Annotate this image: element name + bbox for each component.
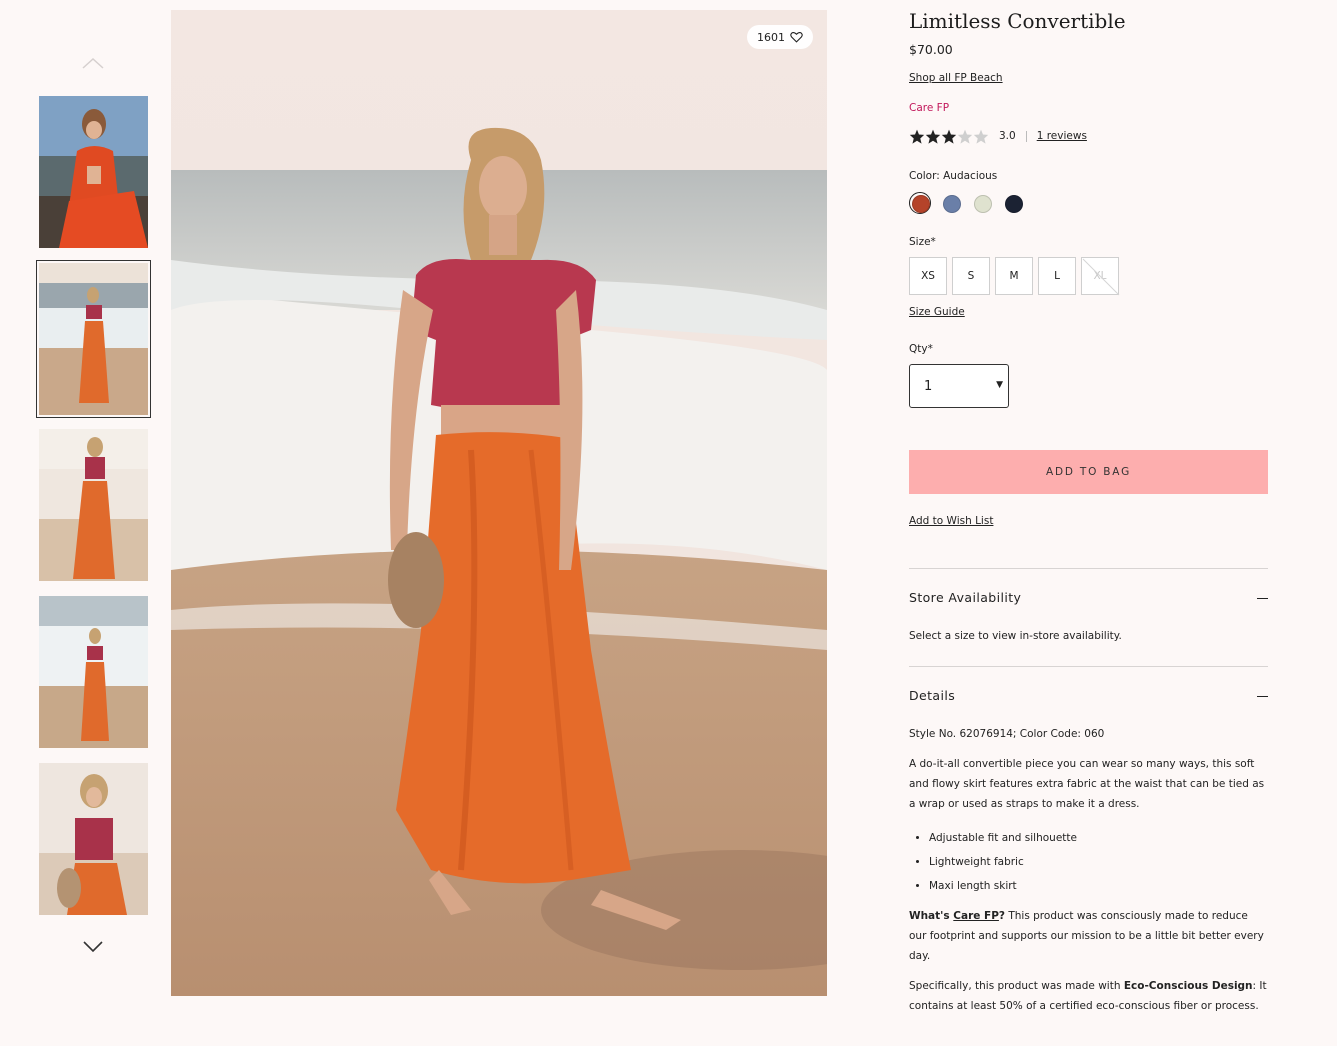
chevron-up-icon bbox=[82, 57, 104, 69]
size-selector: XS S M L XL bbox=[909, 257, 1120, 296]
color-label: Color: Audacious bbox=[909, 170, 998, 182]
size-guide-link[interactable]: Size Guide bbox=[909, 306, 965, 318]
star-filled-icon bbox=[925, 129, 941, 144]
care-prefix: What's Care FP? bbox=[909, 910, 1006, 922]
main-product-image[interactable]: 1601 bbox=[171, 10, 827, 996]
star-filled-icon bbox=[909, 129, 925, 144]
product-photo bbox=[171, 10, 827, 996]
product-title: Limitless Convertible bbox=[909, 9, 1126, 33]
rating-divider bbox=[1025, 130, 1027, 142]
size-label-text: XS bbox=[921, 270, 935, 282]
collapse-icon bbox=[1257, 696, 1268, 697]
thumbnail-3[interactable] bbox=[39, 429, 148, 581]
quantity-value: 1 bbox=[924, 378, 933, 394]
care-fp-paragraph: What's Care FP? This product was conscio… bbox=[909, 906, 1268, 966]
star-empty-icon bbox=[973, 129, 989, 144]
feature-item: Adjustable fit and silhouette bbox=[929, 826, 1077, 850]
store-availability-header[interactable]: Store Availability bbox=[909, 588, 1268, 610]
size-label-text: S bbox=[967, 270, 975, 282]
divider bbox=[909, 568, 1268, 569]
size-label-text: M bbox=[1009, 270, 1019, 282]
caret-down-icon: ▼ bbox=[996, 380, 1003, 390]
rating-value: 3.0 bbox=[999, 130, 1016, 142]
style-number: Style No. 62076914; Color Code: 060 bbox=[909, 728, 1105, 740]
thumbnail-1[interactable] bbox=[39, 96, 148, 248]
store-availability-text: Select a size to view in-store availabil… bbox=[909, 630, 1122, 642]
favorite-button[interactable]: 1601 bbox=[747, 25, 813, 49]
care-fp-inline-link[interactable]: Care FP bbox=[953, 910, 999, 922]
star-empty-icon bbox=[957, 129, 973, 144]
unavailable-slash-icon bbox=[1082, 258, 1120, 296]
eco-paragraph: Specifically, this product was made with… bbox=[909, 980, 1267, 1012]
size-option-l[interactable]: L bbox=[1038, 257, 1076, 295]
gallery-down-arrow[interactable] bbox=[78, 937, 108, 959]
quantity-select[interactable]: 1 ▼ bbox=[909, 364, 1009, 408]
product-price: $70.00 bbox=[909, 42, 953, 57]
qty-label: Qty* bbox=[909, 343, 933, 355]
feature-item: Lightweight fabric bbox=[929, 850, 1077, 874]
feature-item: Maxi length skirt bbox=[929, 874, 1077, 898]
color-swatch-1[interactable] bbox=[909, 192, 931, 214]
divider bbox=[909, 666, 1268, 667]
size-label-text: L bbox=[1054, 270, 1060, 282]
add-to-bag-button[interactable]: ADD TO BAG bbox=[909, 450, 1268, 494]
feature-list: Adjustable fit and silhouetteLightweight… bbox=[909, 826, 1077, 898]
store-availability-title: Store Availability bbox=[909, 590, 1022, 605]
collapse-icon bbox=[1257, 598, 1268, 599]
color-swatch-4[interactable] bbox=[1002, 192, 1024, 214]
size-label: Size* bbox=[909, 236, 936, 248]
chevron-down-icon bbox=[83, 941, 103, 953]
star-filled-icon bbox=[941, 129, 957, 144]
reviews-link[interactable]: 1 reviews bbox=[1037, 130, 1087, 142]
swatch-color bbox=[912, 195, 930, 213]
product-description: A do-it-all convertible piece you can we… bbox=[909, 758, 1265, 810]
color-swatches bbox=[909, 192, 1024, 214]
size-option-xl: XL bbox=[1081, 257, 1120, 296]
shop-all-link[interactable]: Shop all FP Beach bbox=[909, 72, 1003, 84]
eco-conscious-label: Eco-Conscious Design bbox=[1123, 980, 1253, 992]
size-option-m[interactable]: M bbox=[995, 257, 1033, 295]
details-title: Details bbox=[909, 688, 956, 703]
size-option-xs[interactable]: XS bbox=[909, 257, 947, 295]
heart-icon bbox=[790, 32, 803, 43]
color-swatch-3[interactable] bbox=[971, 192, 993, 214]
gallery-up-arrow[interactable] bbox=[78, 54, 108, 76]
care-fp-link[interactable]: Care FP bbox=[909, 102, 949, 114]
size-option-s[interactable]: S bbox=[952, 257, 990, 295]
thumbnail-5[interactable] bbox=[39, 763, 148, 915]
swatch-color bbox=[1005, 195, 1023, 213]
swatch-color bbox=[974, 195, 992, 213]
add-to-wish-list-link[interactable]: Add to Wish List bbox=[909, 515, 993, 527]
favorite-count: 1601 bbox=[757, 30, 785, 44]
rating-stars bbox=[909, 129, 989, 144]
rating-row: 3.0 1 reviews bbox=[909, 127, 1087, 145]
color-swatch-2[interactable] bbox=[940, 192, 962, 214]
swatch-color bbox=[943, 195, 961, 213]
thumbnail-2[interactable] bbox=[36, 260, 151, 418]
details-header[interactable]: Details bbox=[909, 686, 1268, 708]
thumbnail-4[interactable] bbox=[39, 596, 148, 748]
